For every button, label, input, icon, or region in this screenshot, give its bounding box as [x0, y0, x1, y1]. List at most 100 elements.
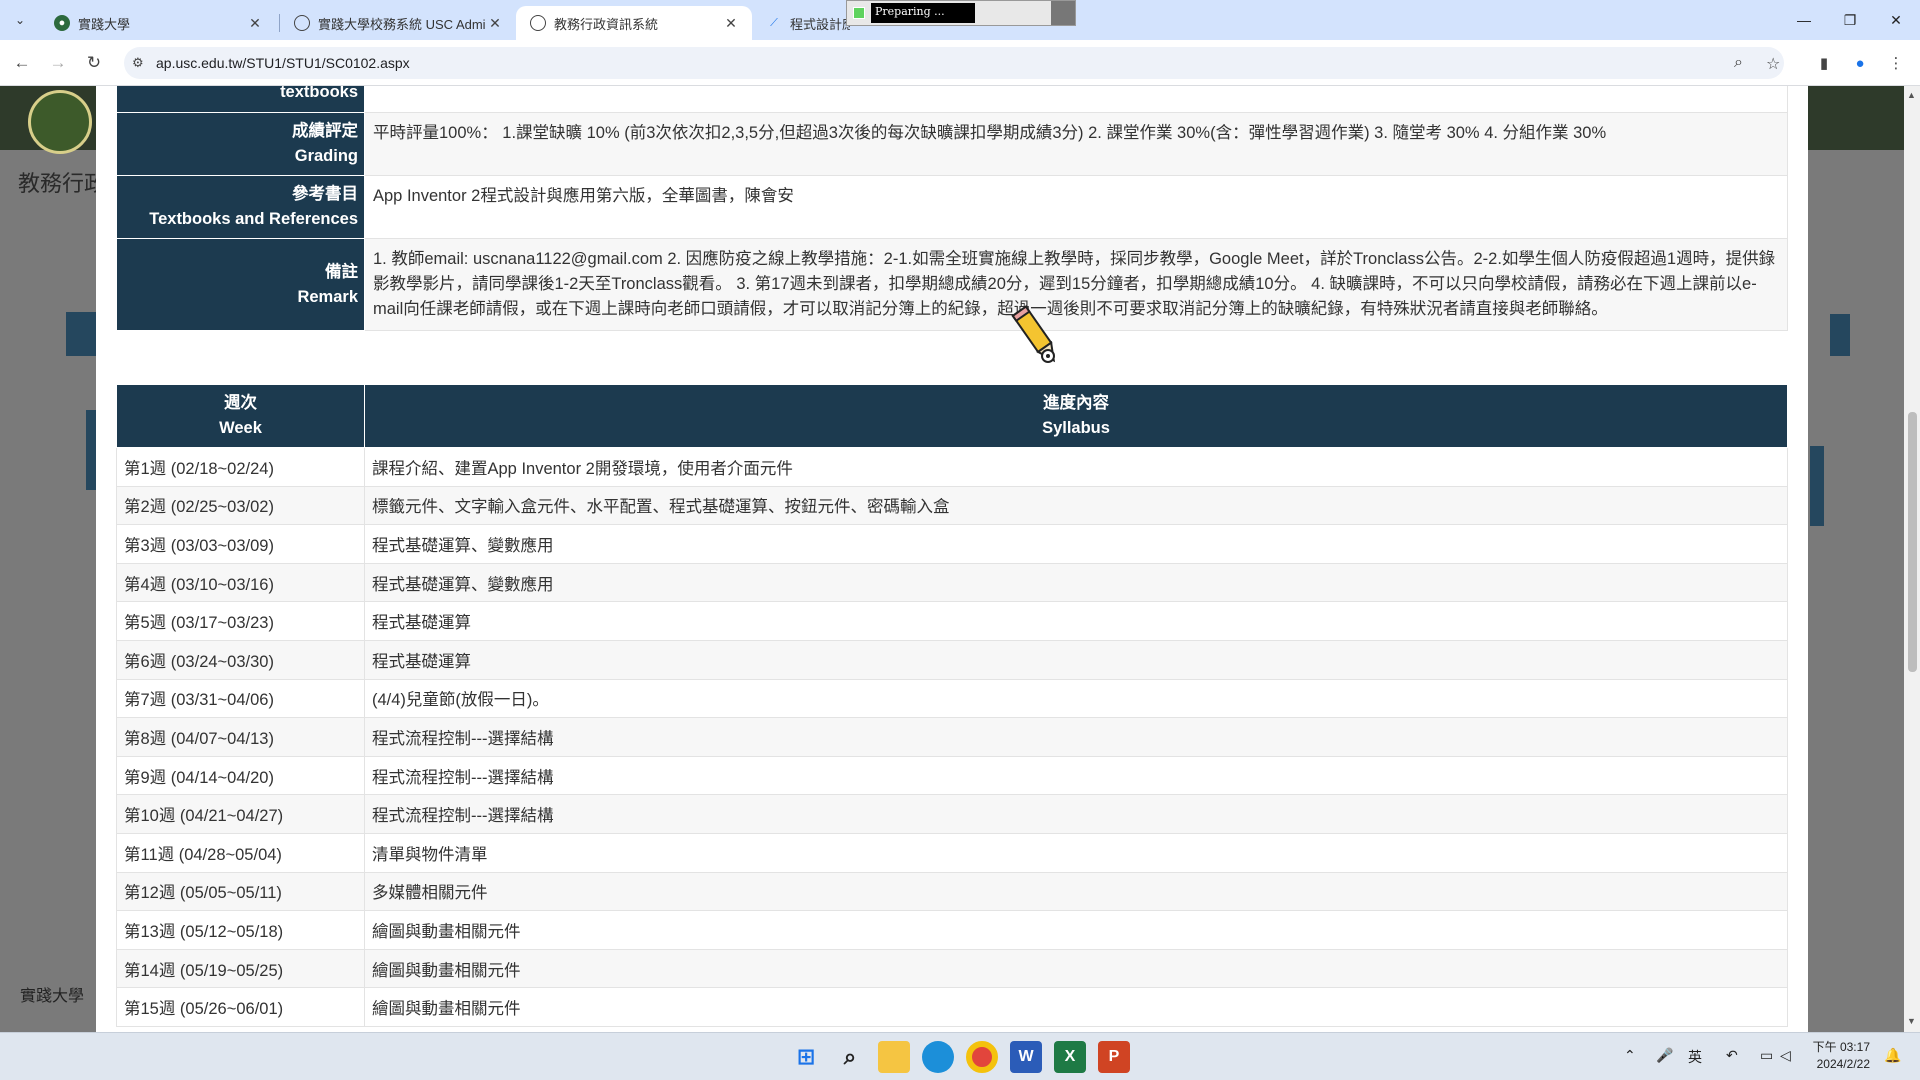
scroll-down-icon[interactable]: ▼: [1907, 1016, 1916, 1026]
globe-icon: [530, 15, 546, 31]
tab-title: 實踐大學: [78, 16, 131, 32]
table-row: 第15週 (05/26~06/01) 繪圖與動畫相關元件: [116, 987, 1788, 1027]
site-settings-icon[interactable]: ⚙: [132, 55, 144, 71]
table-row: 第4週 (03/10~03/16) 程式基礎運算、變數應用: [116, 562, 1788, 603]
table-row: 第5週 (03/17~03/23) 程式基礎運算: [116, 601, 1788, 641]
edge-browser-icon[interactable]: [922, 1041, 954, 1073]
background-panel: [1830, 314, 1850, 356]
info-row-grading: 成績評定 Grading 平時評量100%： 1.課堂缺曠 10% (前3次依次…: [116, 112, 1788, 176]
content-cell: 程式基礎運算、變數應用: [364, 524, 1788, 564]
volume-icon[interactable]: ◁: [1780, 1047, 1791, 1064]
page-scrollbar[interactable]: ▲ ▼: [1904, 86, 1920, 1032]
background-panel: [86, 410, 96, 490]
taskbar: ⊞ ⌕ W X P ⌃ 🎤 英 ↶ ▭ ◁ 下午 03:17 2024/2/22…: [0, 1032, 1920, 1080]
file-explorer-icon[interactable]: [878, 1041, 910, 1073]
table-row: 第10週 (04/21~04/27) 程式流程控制---選擇結構: [116, 794, 1788, 834]
notification-bell-icon[interactable]: 🔔: [1884, 1047, 1901, 1064]
background-page-title: 教務行政: [18, 171, 107, 196]
header-en: Syllabus: [1042, 419, 1110, 437]
restore-button[interactable]: ❐: [1830, 8, 1870, 32]
content-cell: 程式基礎運算: [364, 639, 1788, 680]
chevron-down-icon: ⌄: [14, 13, 26, 27]
scroll-up-icon[interactable]: ▲: [1907, 90, 1916, 100]
week-cell: 第1週 (02/18~02/24): [116, 447, 365, 487]
tab-2-active[interactable]: 教務行政資訊系統 ✕: [516, 6, 752, 40]
week-cell: 第4週 (03/10~03/16): [116, 562, 365, 603]
minimize-button[interactable]: —: [1784, 8, 1824, 32]
clock-date: 2024/2/22: [1816, 1057, 1870, 1071]
side-panel-button[interactable]: ▮: [1812, 51, 1836, 75]
arrow-left-icon: ←: [13, 53, 31, 72]
popup-handle: [1051, 1, 1075, 25]
label-en: textbooks: [280, 86, 358, 101]
restore-icon: ❐: [1843, 11, 1857, 28]
content-cell: 繪圖與動畫相關元件: [364, 948, 1788, 989]
content-cell: 清單與物件清單: [364, 832, 1788, 873]
syllabus-table: 週次 Week 進度內容 Syllabus 第1週 (02/18~02/24) 課…: [116, 384, 1788, 1027]
close-icon[interactable]: ✕: [246, 15, 264, 32]
powerpoint-icon[interactable]: P: [1098, 1041, 1130, 1073]
info-label: 備註 Remark: [116, 238, 365, 331]
clock-time: 下午 03:17: [1812, 1040, 1870, 1054]
week-cell: 第15週 (05/26~06/01): [116, 987, 365, 1027]
star-icon[interactable]: ☆: [1766, 54, 1780, 74]
scrollbar-thumb[interactable]: [1908, 412, 1917, 672]
content-cell: (4/4)兒童節(放假一日)。: [364, 678, 1788, 719]
word-icon[interactable]: W: [1010, 1041, 1042, 1073]
ime-indicator[interactable]: 英: [1688, 1047, 1702, 1067]
info-value: App Inventor 2程式設計與應用第六版，全華圖書，陳會安: [364, 175, 1788, 239]
header-zh: 週次: [224, 394, 257, 412]
omnibox[interactable]: ⚙ ap.usc.edu.tw/STU1/STU1/SC0102.aspx ⌕ …: [124, 47, 1784, 79]
content-cell: 課程介紹、建置App Inventor 2開發環境，使用者介面元件: [364, 447, 1788, 487]
network-icon[interactable]: ▭: [1760, 1047, 1773, 1064]
week-cell: 第13週 (05/12~05/18): [116, 910, 365, 950]
zoom-icon[interactable]: ⌕: [1734, 54, 1743, 72]
system-clock[interactable]: 下午 03:17 2024/2/22: [1800, 1039, 1870, 1073]
week-cell: 第10週 (04/21~04/27): [116, 794, 365, 834]
more-vert-icon: ⋮: [1888, 55, 1904, 72]
reload-icon: ↻: [86, 53, 102, 72]
side-panel-icon: ▮: [1819, 55, 1829, 72]
info-row-textbooks: textbooks: [116, 86, 1788, 113]
tray-chevron-icon[interactable]: ⌃: [1624, 1047, 1636, 1064]
info-row-references: 參考書目 Textbooks and References App Invent…: [116, 175, 1788, 239]
windows-start-icon[interactable]: ⊞: [790, 1041, 822, 1073]
profile-button[interactable]: ●: [1848, 51, 1872, 75]
table-row: 第14週 (05/19~05/25) 繪圖與動畫相關元件: [116, 948, 1788, 989]
reload-button[interactable]: ↻: [82, 51, 106, 75]
close-window-button[interactable]: ✕: [1876, 8, 1916, 32]
week-column-header: 週次 Week: [116, 384, 365, 448]
tab-bar: ⌄ ● 實踐大學 ✕ 實踐大學校務系統 USC Admin ✕ 教務行政資訊系統…: [0, 0, 1920, 40]
tab-1[interactable]: 實踐大學校務系統 USC Admin ✕: [280, 6, 516, 40]
table-row: 第2週 (02/25~03/02) 標籤元件、文字輸入盒元件、水平配置、程式基礎運…: [116, 485, 1788, 526]
excel-icon[interactable]: X: [1054, 1041, 1086, 1073]
header-en: Week: [219, 419, 262, 437]
microphone-icon[interactable]: 🎤: [1656, 1047, 1673, 1064]
university-logo: [28, 90, 92, 154]
label-zh: 備註: [325, 262, 358, 281]
forward-button[interactable]: →: [46, 51, 70, 75]
table-row: 第6週 (03/24~03/30) 程式基礎運算: [116, 639, 1788, 680]
tab-search-button[interactable]: ⌄: [8, 8, 32, 32]
search-icon[interactable]: ⌕: [834, 1041, 866, 1073]
tab-title: 程式設計應: [790, 16, 850, 32]
table-row: 第7週 (03/31~04/06) (4/4)兒童節(放假一日)。: [116, 678, 1788, 719]
close-icon[interactable]: ✕: [722, 15, 740, 32]
ime-mode-icon[interactable]: ↶: [1726, 1047, 1738, 1064]
info-label: 成績評定 Grading: [116, 112, 365, 176]
label-en: Remark: [297, 287, 358, 306]
table-row: 第1週 (02/18~02/24) 課程介紹、建置App Inventor 2開發…: [116, 447, 1788, 487]
tab-title: 實踐大學校務系統 USC Admin: [318, 16, 486, 32]
info-row-remark: 備註 Remark 1. 教師email: uscnana1122@gmail.…: [116, 238, 1788, 331]
chrome-browser-icon[interactable]: [966, 1041, 998, 1073]
content-cell: 程式基礎運算、變數應用: [364, 562, 1788, 603]
label-en: Textbooks and References: [149, 210, 358, 228]
tab-0[interactable]: ● 實踐大學 ✕: [40, 6, 276, 40]
info-value: 平時評量100%： 1.課堂缺曠 10% (前3次依次扣2,3,5分,但超過3次…: [364, 112, 1788, 176]
page-viewport: 教務行政 NG 實踐大學 textbooks 成績評定 Grading 平時評量…: [0, 86, 1904, 1032]
close-icon[interactable]: ✕: [486, 15, 504, 32]
back-button[interactable]: ←: [10, 51, 34, 75]
menu-button[interactable]: ⋮: [1884, 51, 1908, 75]
week-cell: 第12週 (05/05~05/11): [116, 871, 365, 912]
content-cell: 多媒體相關元件: [364, 871, 1788, 912]
